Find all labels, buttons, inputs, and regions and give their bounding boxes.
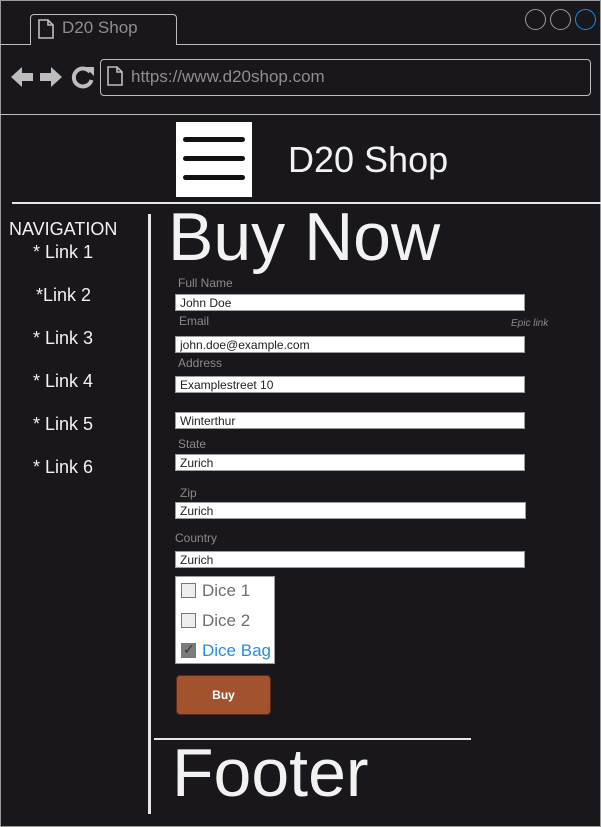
- toolbar-divider: [0, 114, 601, 115]
- footer-title: Footer: [172, 735, 369, 811]
- tab-title: D20 Shop: [62, 18, 138, 37]
- back-arrow-icon[interactable]: [10, 65, 34, 89]
- checkbox-unchecked-icon[interactable]: [181, 613, 196, 628]
- hamburger-icon-bar: [183, 137, 245, 142]
- country-label: Country: [175, 531, 218, 545]
- window-close-button[interactable]: [575, 9, 596, 30]
- site-title: D20 Shop: [288, 139, 449, 180]
- checkbox-dice-1[interactable]: Dice 1: [181, 581, 250, 601]
- zip-field[interactable]: [175, 502, 526, 519]
- navigation-heading: NAVIGATION: [9, 219, 118, 239]
- email-field[interactable]: [175, 336, 525, 353]
- window-maximize-button[interactable]: [550, 9, 571, 30]
- checkbox-checked-icon[interactable]: [181, 641, 196, 658]
- url-text[interactable]: https://www.d20shop.com: [131, 67, 325, 87]
- page-title: Buy Now: [168, 199, 441, 275]
- hamburger-icon-bar: [183, 175, 245, 180]
- checkbox-unchecked-icon[interactable]: [181, 583, 196, 598]
- address-label: Address: [178, 356, 223, 370]
- nav-link-4[interactable]: * Link 4: [33, 371, 93, 392]
- full-name-field[interactable]: [175, 294, 525, 311]
- forward-arrow-icon[interactable]: [39, 65, 63, 89]
- checkbox-label: Dice 2: [202, 611, 251, 630]
- epic-link[interactable]: Epic link: [511, 318, 548, 329]
- checkbox-dice-bag[interactable]: Dice Bag: [181, 641, 271, 661]
- checkbox-dice-2[interactable]: Dice 2: [181, 611, 250, 631]
- page-icon: [107, 66, 123, 86]
- document-icon: [38, 19, 54, 39]
- nav-link-2[interactable]: *Link 2: [36, 285, 91, 306]
- nav-link-6[interactable]: * Link 6: [33, 457, 93, 478]
- checkbox-label: Dice 1: [202, 581, 251, 600]
- state-field[interactable]: [175, 454, 525, 471]
- hamburger-icon-bar: [183, 156, 245, 161]
- email-label: Email: [179, 314, 210, 328]
- address-field[interactable]: [175, 376, 525, 393]
- zip-label: Zip: [180, 486, 197, 500]
- window-minimize-button[interactable]: [525, 9, 546, 30]
- buy-button[interactable]: Buy: [176, 675, 271, 715]
- city-field[interactable]: [175, 412, 525, 429]
- nav-link-3[interactable]: * Link 3: [33, 328, 93, 349]
- sidebar-divider: [148, 214, 151, 814]
- checkbox-label: Dice Bag: [202, 641, 271, 660]
- state-label: State: [178, 437, 207, 451]
- full-name-label: Full Name: [178, 276, 233, 290]
- country-field[interactable]: [175, 551, 525, 568]
- nav-link-5[interactable]: * Link 5: [33, 414, 93, 435]
- reload-icon[interactable]: [71, 64, 95, 90]
- nav-link-1[interactable]: * Link 1: [33, 242, 93, 263]
